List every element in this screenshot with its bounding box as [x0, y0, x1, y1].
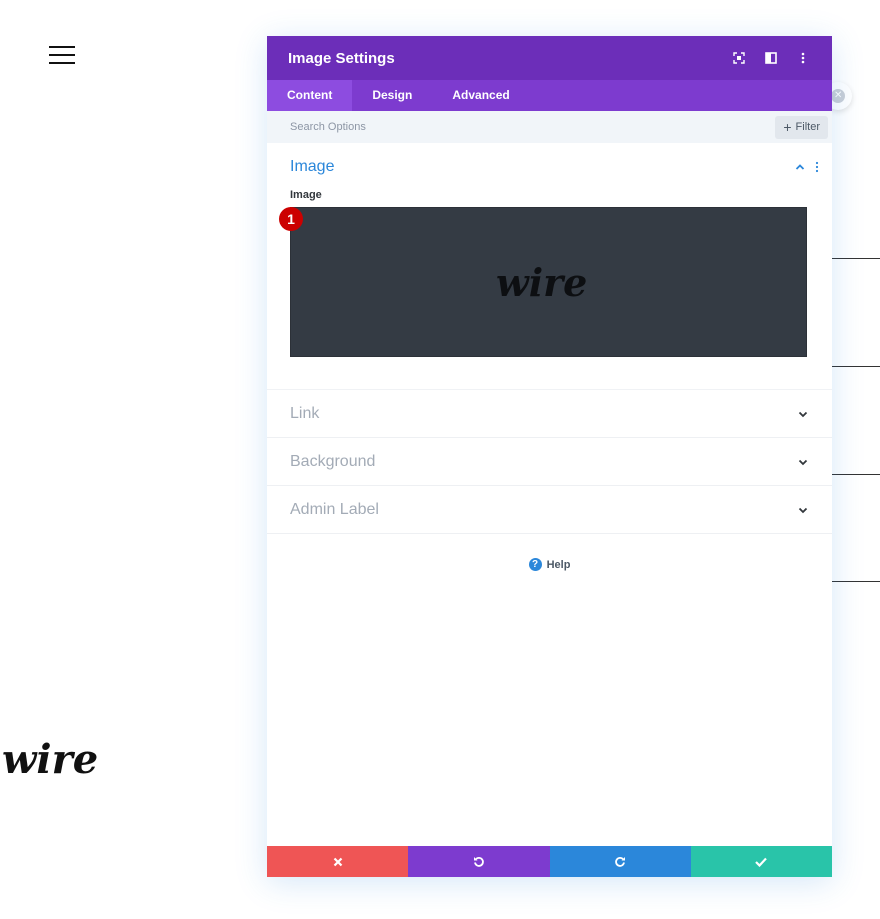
help-icon: ?: [528, 558, 542, 571]
plus-icon: +: [783, 119, 792, 135]
tab-advanced[interactable]: Advanced: [432, 80, 529, 111]
section-title-background: Background: [290, 452, 376, 470]
section-title-link: Link: [290, 404, 320, 422]
filter-label: Filter: [795, 121, 820, 133]
tab-bar: Content Design Advanced: [267, 80, 832, 111]
svg-text:wire: wire: [496, 260, 587, 304]
modal-title: Image Settings: [288, 49, 395, 67]
divider-line: [832, 366, 880, 367]
divider-line: [832, 258, 880, 259]
chevron-up-icon[interactable]: [795, 162, 805, 172]
tab-design[interactable]: Design: [352, 80, 432, 111]
modal-footer: [267, 846, 832, 877]
section-image: Image Image 1 wire: [267, 143, 832, 390]
wire-logo: wire: [496, 260, 587, 304]
chevron-down-icon[interactable]: [798, 409, 808, 419]
section-link[interactable]: Link: [267, 390, 832, 438]
modal-header: Image Settings: [267, 36, 832, 80]
expand-icon[interactable]: [731, 50, 747, 66]
check-icon: [755, 857, 768, 867]
step-badge: 1: [279, 207, 303, 231]
more-options-icon[interactable]: [795, 50, 811, 66]
filter-button[interactable]: + Filter: [775, 115, 828, 139]
save-button[interactable]: [690, 846, 832, 877]
undo-icon: [473, 856, 484, 867]
split-view-icon[interactable]: [763, 50, 779, 66]
help-link[interactable]: ? Help: [267, 558, 832, 571]
section-title-admin-label: Admin Label: [290, 500, 379, 518]
tab-content[interactable]: Content: [267, 80, 353, 111]
divider-line: [832, 474, 880, 475]
chevron-down-icon[interactable]: [798, 457, 808, 467]
image-upload-preview[interactable]: 1 wire: [279, 207, 807, 357]
divider-line: [832, 581, 880, 582]
redo-icon: [615, 856, 626, 867]
search-bar: + Filter: [267, 111, 832, 143]
section-background[interactable]: Background: [267, 438, 832, 486]
redo-button[interactable]: [549, 846, 691, 877]
hamburger-menu-icon[interactable]: [49, 45, 75, 65]
section-options-icon[interactable]: [815, 161, 819, 173]
chevron-down-icon[interactable]: [798, 505, 808, 515]
svg-text:wire: wire: [2, 736, 98, 779]
image-settings-modal: Image Settings Content Design Advanced +…: [267, 36, 832, 877]
section-admin-label[interactable]: Admin Label: [267, 486, 832, 534]
undo-button[interactable]: [408, 846, 550, 877]
help-label: Help: [546, 558, 571, 571]
section-title-image[interactable]: Image: [290, 158, 795, 176]
search-input[interactable]: [290, 121, 776, 133]
wire-logo: wire: [2, 736, 98, 779]
close-icon: [333, 857, 342, 866]
image-field-label: Image: [290, 189, 322, 201]
cancel-button[interactable]: [267, 846, 409, 877]
